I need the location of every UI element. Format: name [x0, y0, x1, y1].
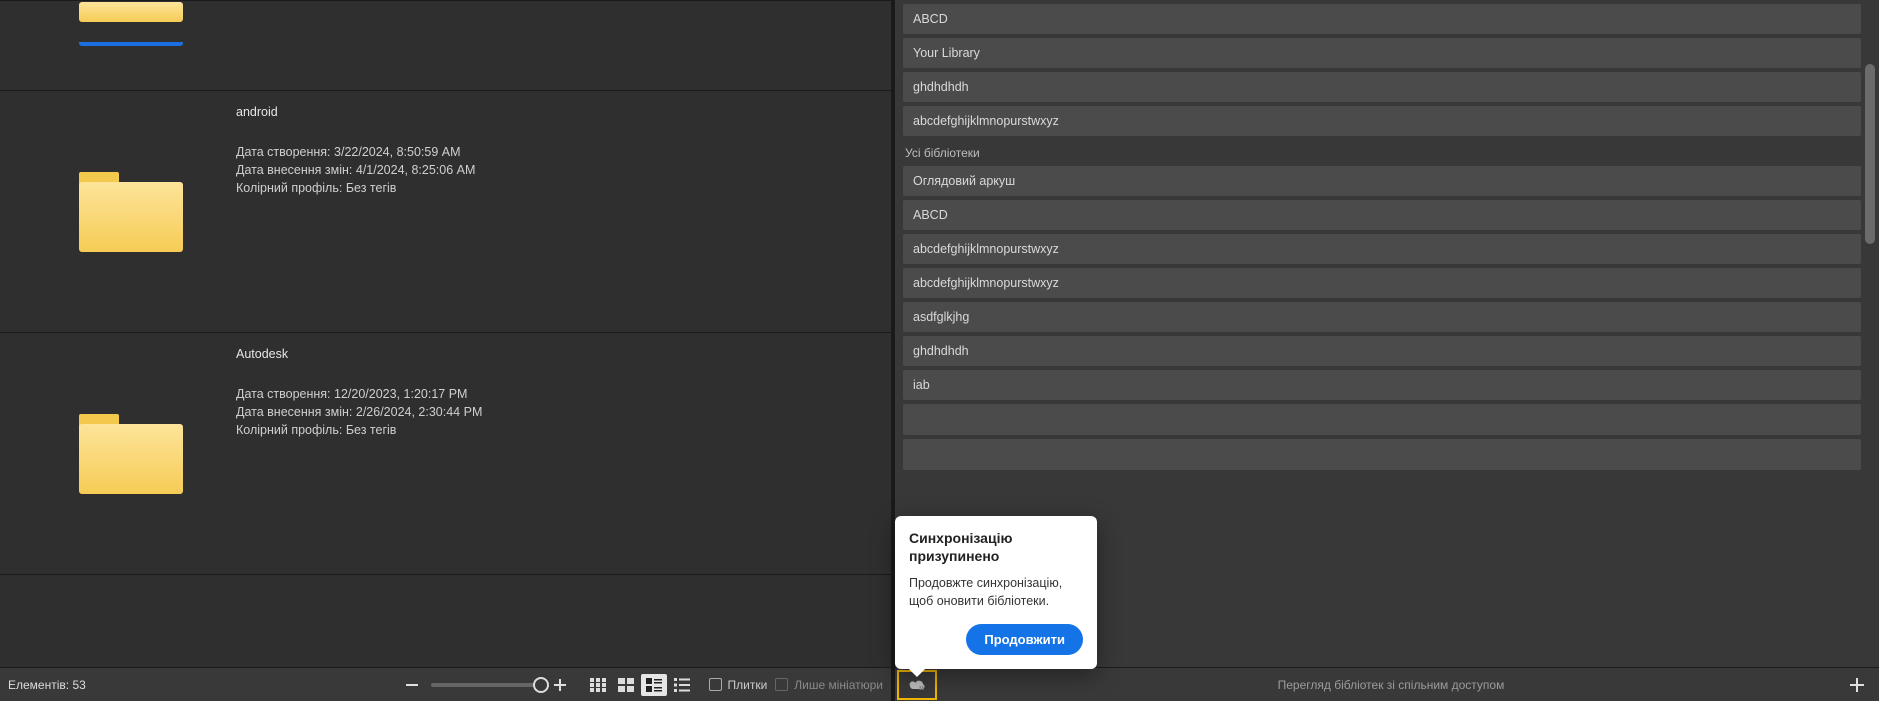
popover-title: Синхронізацію призупинено — [909, 530, 1083, 565]
library-item[interactable] — [903, 404, 1861, 435]
libraries-group-title: Усі бібліотеки — [905, 146, 1861, 160]
cloud-paused-icon — [907, 678, 927, 692]
thumbnails-only-checkbox[interactable]: Лише мініатюри — [775, 678, 883, 692]
shared-libraries-link[interactable]: Перегляд бібліотек зі спільним доступом — [947, 678, 1835, 692]
library-item[interactable]: abcdefghijklmnopurstwxyz — [903, 106, 1861, 136]
file-metadata: android Дата створення: 3/22/2024, 8:50:… — [236, 99, 891, 198]
library-item[interactable]: abcdefghijklmnopurstwxyz — [903, 234, 1861, 264]
view-grid-large-button[interactable] — [613, 674, 639, 696]
continue-button[interactable]: Продовжити — [966, 624, 1083, 655]
thumbs-only-label: Лише мініатюри — [794, 678, 883, 692]
library-item[interactable]: ghdhdhdh — [903, 336, 1861, 366]
file-name: Autodesk — [236, 345, 891, 363]
zoom-out-button[interactable] — [401, 674, 423, 696]
folder-icon-wrap — [16, 99, 236, 324]
sync-paused-popover: Синхронізацію призупинено Продовжте синх… — [895, 516, 1097, 669]
libraries-toolbar: Перегляд бібліотек зі спільним доступом — [895, 667, 1879, 701]
zoom-in-button[interactable] — [549, 674, 571, 696]
view-list-button[interactable] — [669, 674, 695, 696]
library-item[interactable]: Your Library — [903, 38, 1861, 68]
checkbox-icon — [709, 678, 722, 691]
view-mode-group — [585, 674, 695, 696]
library-item[interactable]: ghdhdhdh — [903, 72, 1861, 102]
library-item[interactable]: asdfglkjhg — [903, 302, 1861, 332]
tiles-label: Плитки — [728, 678, 768, 692]
library-item[interactable]: abcdefghijklmnopurstwxyz — [903, 268, 1861, 298]
zoom-slider-knob[interactable] — [533, 677, 549, 693]
file-list: android Дата створення: 3/22/2024, 8:50:… — [0, 0, 891, 667]
zoom-controls — [401, 674, 571, 696]
plus-icon — [1850, 678, 1864, 692]
add-library-button[interactable] — [1845, 673, 1869, 697]
content-toolbar: Елементів: 53 — [0, 667, 891, 701]
checkbox-icon — [775, 678, 788, 691]
tiles-checkbox[interactable]: Плитки — [709, 678, 768, 692]
folder-icon-wrap — [16, 341, 236, 566]
view-details-button[interactable] — [641, 674, 667, 696]
library-item[interactable]: iab — [903, 370, 1861, 400]
file-row[interactable]: android Дата створення: 3/22/2024, 8:50:… — [0, 91, 891, 333]
popover-body: Продовжте синхронізацію, щоб оновити біб… — [909, 575, 1083, 610]
file-row[interactable]: Autodesk Дата створення: 12/20/2023, 1:2… — [0, 333, 891, 575]
library-item[interactable]: ABCD — [903, 200, 1861, 230]
library-item[interactable]: Оглядовий аркуш — [903, 166, 1861, 196]
library-item[interactable]: ABCD — [903, 4, 1861, 34]
file-name: android — [236, 103, 891, 121]
file-row[interactable] — [0, 1, 891, 91]
zoom-slider[interactable] — [431, 683, 541, 687]
folder-icon — [79, 414, 183, 494]
scrollbar-thumb[interactable] — [1865, 64, 1875, 244]
content-panel: android Дата створення: 3/22/2024, 8:50:… — [0, 0, 893, 701]
folder-icon — [79, 2, 183, 42]
view-grid-small-button[interactable] — [585, 674, 611, 696]
item-count: Елементів: 53 — [8, 678, 86, 692]
libraries-panel: ABCD Your Library ghdhdhdh abcdefghijklm… — [893, 0, 1879, 701]
file-metadata: Autodesk Дата створення: 12/20/2023, 1:2… — [236, 341, 891, 440]
folder-icon-wrap — [16, 1, 236, 82]
library-item[interactable] — [903, 439, 1861, 470]
libraries-scrollbar[interactable] — [1865, 4, 1875, 665]
folder-icon — [79, 172, 183, 252]
